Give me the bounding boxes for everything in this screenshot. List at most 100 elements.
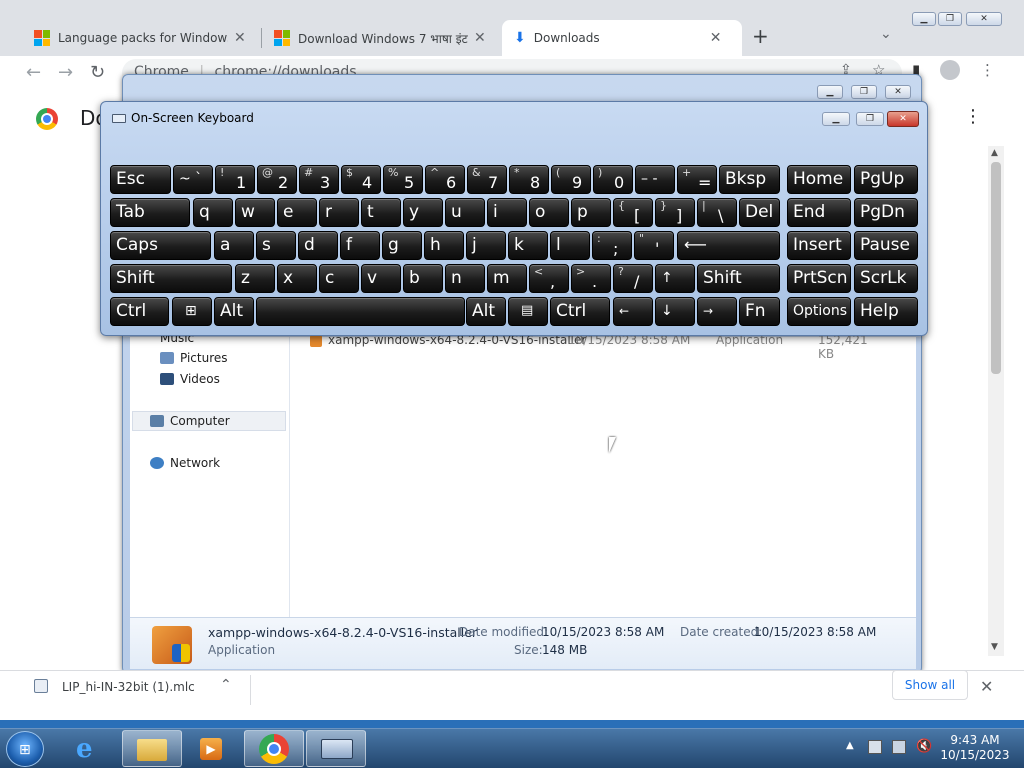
key-space[interactable] xyxy=(256,297,465,326)
key-backspace[interactable]: Bksp xyxy=(719,165,780,194)
key-k[interactable]: k xyxy=(508,231,548,260)
osk-close-button[interactable]: ✕ xyxy=(887,111,919,127)
close-tab-icon[interactable]: ✕ xyxy=(234,30,246,46)
key-close-bracket[interactable]: }] xyxy=(655,198,695,227)
new-tab-icon[interactable]: + xyxy=(752,24,769,48)
key-6[interactable]: ^ 6 xyxy=(425,165,465,194)
key-z[interactable]: z xyxy=(235,264,275,293)
close-button[interactable]: ✕ xyxy=(966,12,1002,26)
key-9[interactable]: (9 xyxy=(551,165,591,194)
nav-item-computer[interactable]: Computer xyxy=(150,414,230,428)
download-item-name[interactable]: LIP_hi-IN-32bit (1).mlc xyxy=(62,680,195,694)
key-g[interactable]: g xyxy=(382,231,422,260)
reload-icon[interactable]: ↻ xyxy=(90,62,105,83)
tab-download-windows-7[interactable]: Download Windows 7 भाषा इंटरफे ✕ xyxy=(262,20,500,56)
key-open-bracket[interactable]: {[ xyxy=(613,198,653,227)
chevron-down-icon[interactable]: ⌄ xyxy=(880,26,892,42)
key-down-arrow[interactable]: ↓ xyxy=(655,297,695,326)
scroll-up-icon[interactable]: ▲ xyxy=(991,148,998,158)
key-j[interactable]: j xyxy=(466,231,506,260)
key-left-ctrl[interactable]: Ctrl xyxy=(110,297,169,326)
key-q[interactable]: q xyxy=(193,198,233,227)
key-f[interactable]: f xyxy=(340,231,380,260)
tab-downloads[interactable]: ⬇ Downloads ✕ xyxy=(502,20,742,56)
volume-muted-icon[interactable]: 🔇 xyxy=(916,739,932,754)
taskbar-chrome-icon[interactable] xyxy=(244,730,304,767)
key-quote[interactable]: " ' xyxy=(634,231,674,260)
key-i[interactable]: i xyxy=(487,198,527,227)
chrome-menu-icon[interactable]: ⋮ xyxy=(980,61,995,79)
key-h[interactable]: h xyxy=(424,231,464,260)
osk-maximize-button[interactable]: ❐ xyxy=(856,112,884,126)
explorer-close-button[interactable]: ✕ xyxy=(885,85,911,99)
key-p[interactable]: p xyxy=(571,198,611,227)
key-u[interactable]: u xyxy=(445,198,485,227)
close-shelf-icon[interactable]: ✕ xyxy=(980,677,993,696)
minimize-button[interactable]: ▁ xyxy=(912,12,936,26)
downloads-menu-icon[interactable]: ⋮ xyxy=(964,106,982,127)
forward-icon[interactable]: → xyxy=(58,62,73,83)
key-e[interactable]: e xyxy=(277,198,317,227)
key-pause[interactable]: Pause xyxy=(854,231,918,260)
key-5[interactable]: % 5 xyxy=(383,165,423,194)
key-o[interactable]: o xyxy=(529,198,569,227)
key-options[interactable]: Options xyxy=(787,297,851,326)
key-fn[interactable]: Fn xyxy=(739,297,780,326)
start-button[interactable]: ⊞ xyxy=(6,731,44,767)
key-period[interactable]: >. xyxy=(571,264,611,293)
key-left-shift[interactable]: Shift xyxy=(110,264,232,293)
key-insert[interactable]: Insert xyxy=(787,231,851,260)
key-n[interactable]: n xyxy=(445,264,485,293)
nav-item-pictures[interactable]: Pictures xyxy=(160,351,228,365)
taskbar-media-player-icon[interactable]: ▶ xyxy=(182,730,242,767)
explorer-maximize-button[interactable]: ❐ xyxy=(851,85,877,99)
key-prtscn[interactable]: PrtScn xyxy=(787,264,851,293)
key-y[interactable]: y xyxy=(403,198,443,227)
key-scrlk[interactable]: ScrLk xyxy=(854,264,918,293)
key-right-arrow[interactable]: → xyxy=(697,297,737,326)
key-w[interactable]: w xyxy=(235,198,275,227)
key-pgup[interactable]: PgUp xyxy=(854,165,918,194)
key-right-shift[interactable]: Shift xyxy=(697,264,780,293)
key-0[interactable]: ) 0 xyxy=(593,165,633,194)
key-home[interactable]: Home xyxy=(787,165,851,194)
scrollbar-thumb[interactable] xyxy=(991,162,1001,374)
key-r[interactable]: r xyxy=(319,198,359,227)
chevron-up-icon[interactable]: ⌃ xyxy=(220,677,232,693)
key-backtick[interactable]: ~ ` xyxy=(173,165,213,194)
show-hidden-icons-icon[interactable]: ▲ xyxy=(846,740,854,751)
key-del[interactable]: Del xyxy=(739,198,780,227)
key-caps[interactable]: Caps xyxy=(110,231,211,260)
key-8[interactable]: * 8 xyxy=(509,165,549,194)
show-all-button[interactable]: Show all xyxy=(892,670,968,700)
key-7[interactable]: & 7 xyxy=(467,165,507,194)
taskbar-explorer-icon[interactable] xyxy=(122,730,182,767)
key-tab[interactable]: Tab xyxy=(110,198,190,227)
maximize-button[interactable]: ❐ xyxy=(938,12,962,26)
key-1[interactable]: ! 1 xyxy=(215,165,255,194)
key-semicolon[interactable]: :; xyxy=(592,231,632,260)
key-right-alt[interactable]: Alt xyxy=(466,297,506,326)
key-b[interactable]: b xyxy=(403,264,443,293)
tab-language-packs[interactable]: Language packs for Windows - M ✕ xyxy=(22,20,260,56)
action-center-icon[interactable] xyxy=(868,740,882,754)
key-x[interactable]: x xyxy=(277,264,317,293)
explorer-minimize-button[interactable]: ▁ xyxy=(817,85,843,99)
key-esc[interactable]: Esc xyxy=(110,165,171,194)
profile-avatar-icon[interactable] xyxy=(940,60,960,80)
key-s[interactable]: s xyxy=(256,231,296,260)
key-equals[interactable]: + = xyxy=(677,165,717,194)
network-tray-icon[interactable] xyxy=(892,740,906,754)
key-end[interactable]: End xyxy=(787,198,851,227)
key-d[interactable]: d xyxy=(298,231,338,260)
key-context-menu[interactable]: ▤ xyxy=(508,297,548,326)
key-2[interactable]: @2 xyxy=(257,165,297,194)
close-tab-icon[interactable]: ✕ xyxy=(710,30,722,46)
key-right-ctrl[interactable]: Ctrl xyxy=(550,297,610,326)
taskbar-ie-icon[interactable]: e xyxy=(62,730,122,767)
nav-item-network[interactable]: Network xyxy=(150,456,220,470)
osk-minimize-button[interactable]: ▁ xyxy=(822,112,850,126)
key-help[interactable]: Help xyxy=(854,297,918,326)
key-comma[interactable]: <, xyxy=(529,264,569,293)
key-a[interactable]: a xyxy=(214,231,254,260)
